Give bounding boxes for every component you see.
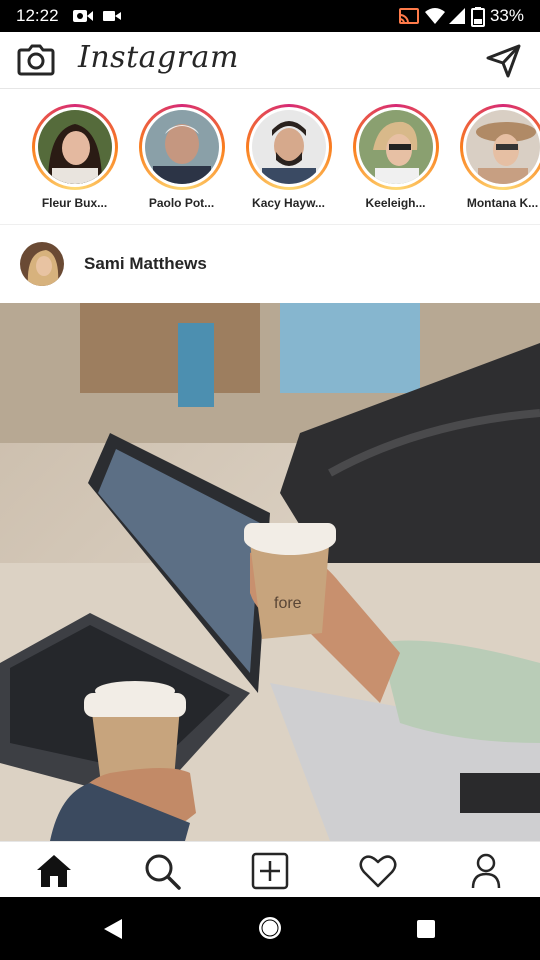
status-bar: 12:22 33% [0, 0, 540, 32]
story-username: Keeleigh... [365, 196, 426, 210]
signal-icon [449, 8, 465, 24]
story-ring [31, 104, 118, 190]
story-item[interactable]: Fleur Bux... [21, 104, 128, 210]
profile-icon[interactable] [466, 852, 506, 890]
home-icon[interactable] [34, 852, 74, 890]
story-username: Paolo Pot... [148, 196, 215, 210]
cup-logo-text: fore [274, 595, 302, 612]
cast-icon [399, 8, 419, 24]
story-avatar [251, 110, 326, 184]
post-author-avatar[interactable] [20, 242, 64, 286]
add-icon[interactable] [250, 852, 290, 890]
story-avatar [37, 110, 112, 184]
story-avatar [144, 110, 219, 184]
system-navigation-bar [0, 897, 540, 960]
search-icon[interactable] [142, 852, 182, 890]
story-ring [352, 104, 439, 190]
post-image[interactable]: fore [0, 303, 540, 841]
post-header: Sami Matthews [0, 225, 540, 303]
post-author-username[interactable]: Sami Matthews [84, 254, 207, 274]
story-username: Kacy Hayw... [252, 196, 325, 210]
bottom-navigation [0, 841, 540, 898]
direct-message-icon[interactable] [486, 44, 522, 78]
status-time: 12:22 [16, 6, 59, 25]
story-username: Fleur Bux... [41, 196, 108, 210]
heart-icon[interactable] [358, 852, 398, 890]
story-item[interactable]: Paolo Pot... [128, 104, 235, 210]
stories-row: Fleur Bux... Paolo Pot... Kacy Hayw... K… [0, 89, 540, 225]
story-ring [245, 104, 332, 190]
video-icon [103, 11, 121, 21]
back-icon[interactable] [102, 917, 124, 941]
photo-icon [0, 303, 540, 841]
story-item[interactable]: Keeleigh... [342, 104, 449, 210]
instagram-logo: Instagram [78, 40, 239, 75]
camera-icon[interactable] [17, 42, 55, 78]
story-ring [459, 104, 540, 190]
video-camera-icon [73, 10, 93, 22]
story-avatar [465, 110, 540, 184]
recents-icon[interactable] [415, 918, 437, 940]
story-username: Montana K... [466, 196, 539, 210]
battery-icon [471, 7, 485, 27]
story-ring [138, 104, 225, 190]
story-avatar [358, 110, 433, 184]
app-bar: Instagram [0, 32, 540, 89]
battery-percentage: 33% [489, 6, 524, 25]
story-item[interactable]: Montana K... [449, 104, 540, 210]
story-item[interactable]: Kacy Hayw... [235, 104, 342, 210]
home-circle-icon[interactable] [257, 915, 283, 941]
wifi-icon [425, 8, 445, 24]
